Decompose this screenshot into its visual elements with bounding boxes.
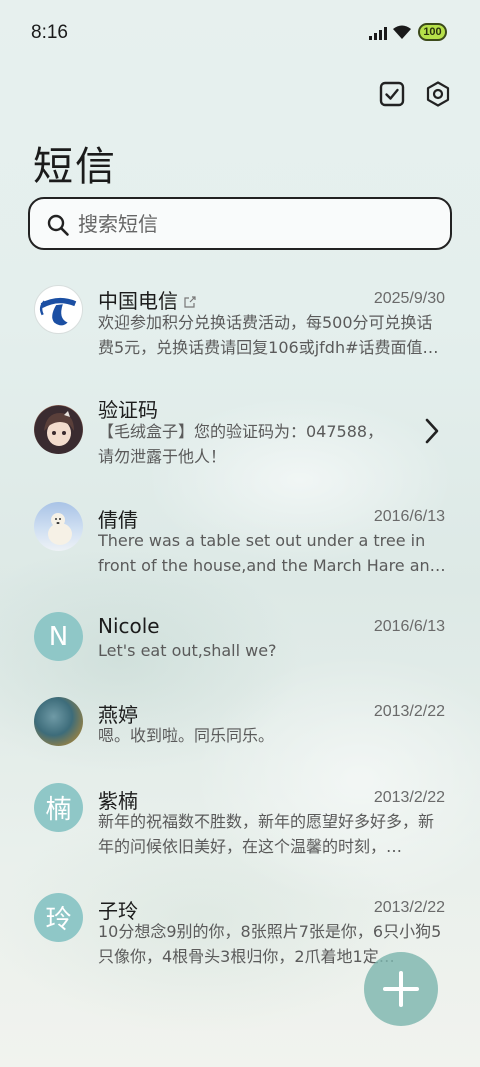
message-preview: Let's eat out,shall we?: [98, 641, 277, 660]
anime-girl-avatar: [34, 405, 83, 454]
message-date: 2016/6/13: [373, 508, 445, 525]
status-bar: 8:16 100: [0, 0, 480, 66]
conversation-item[interactable]: 燕婷 2013/2/22 嗯。收到啦。同乐同乐。: [0, 697, 480, 777]
contact-name: Nicole: [98, 614, 160, 638]
page-title: 短信: [33, 144, 117, 190]
conversation-item[interactable]: 楠 紫楠 2013/2/22 新年的祝福数不胜数，新年的愿望好多好多，新年的问候…: [0, 783, 480, 883]
message-date: 2016/6/13: [373, 618, 445, 635]
message-preview: There was a table set out under a tree i…: [98, 531, 440, 575]
message-preview: 嗯。收到啦。同乐同乐。: [98, 726, 275, 745]
message-date: 2013/2/22: [373, 789, 445, 806]
letter-avatar: 楠: [34, 783, 83, 832]
message-preview: 【毛绒盒子】您的验证码为：047588，请勿泄露于他人！: [98, 422, 384, 466]
letter-avatar: 玲: [34, 893, 83, 942]
landscape-avatar: [34, 697, 83, 746]
conversation-item[interactable]: 中国电信 2025/9/30 欢迎参加积分兑换话费活动，每500分可兑换话费5元…: [0, 280, 480, 380]
status-time: 8:16: [31, 22, 68, 43]
wifi-icon: [393, 25, 411, 39]
search-icon: [47, 214, 69, 236]
battery-icon: 100: [418, 23, 447, 41]
conversation-item[interactable]: 倩倩 2016/6/13 There was a table set out u…: [0, 502, 480, 602]
message-date: 2025/9/30: [373, 290, 445, 307]
checkbox-icon[interactable]: [378, 80, 406, 108]
signal-icon: [369, 27, 387, 40]
new-message-button[interactable]: [364, 952, 438, 1026]
conversation-item[interactable]: N Nicole 2016/6/13 Let's eat out,shall w…: [0, 612, 480, 692]
message-preview: 新年的祝福数不胜数，新年的愿望好多好多，新年的问候依旧美好，在这个温馨的时刻，…: [98, 812, 435, 856]
message-preview: 欢迎参加积分兑换话费活动，每500分可兑换话费5元，兑换话费请回复106或jfd…: [98, 313, 439, 357]
message-date: 2013/2/22: [373, 899, 445, 916]
chevron-right-icon[interactable]: [424, 418, 440, 444]
plus-icon: [383, 971, 419, 1007]
battery-level: 100: [423, 26, 442, 38]
china-telecom-logo: [34, 285, 83, 334]
external-link-icon: [184, 296, 196, 308]
message-date: 2013/2/22: [373, 703, 445, 720]
letter-avatar: N: [34, 612, 83, 661]
polar-bear-avatar: [34, 502, 83, 551]
settings-hexagon-icon[interactable]: [424, 80, 452, 108]
search-bar[interactable]: [28, 197, 452, 250]
search-input[interactable]: [78, 205, 438, 243]
conversation-item[interactable]: 验证码 【毛绒盒子】您的验证码为：047588，请勿泄露于他人！: [0, 392, 480, 492]
